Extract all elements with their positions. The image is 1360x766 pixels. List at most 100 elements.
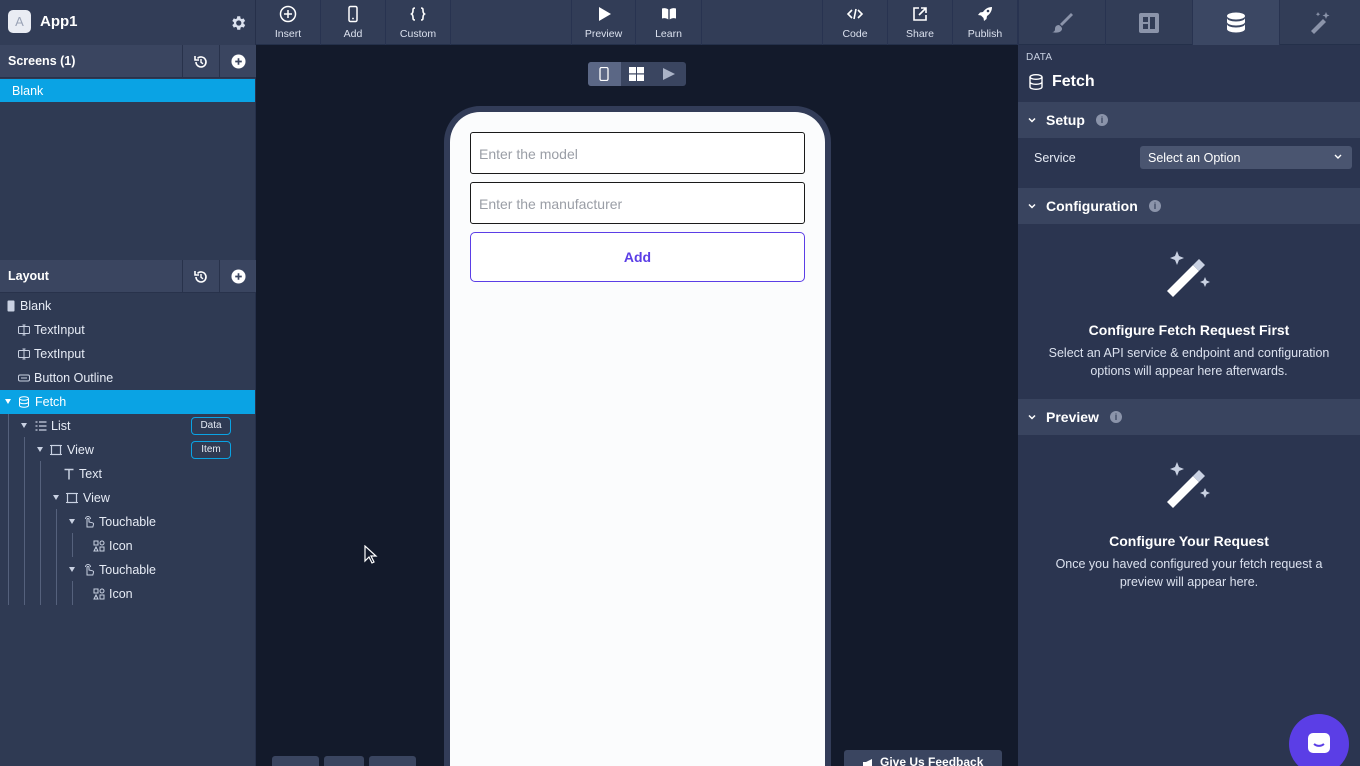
configuration-title: Configuration (1046, 198, 1138, 214)
text-icon (64, 468, 74, 480)
phone-icon (7, 300, 15, 312)
play-view-button[interactable] (653, 62, 686, 86)
layout-node-view[interactable]: View Item (0, 438, 255, 462)
caret-down-icon[interactable] (53, 495, 59, 500)
layout-history-button[interactable] (182, 260, 219, 293)
info-icon[interactable]: i (1096, 114, 1108, 126)
layout-node-blank[interactable]: Blank (0, 294, 255, 318)
configuration-body: Select an API service & endpoint and con… (1048, 346, 1330, 378)
tab-layout[interactable] (1105, 0, 1192, 45)
keyboard-button[interactable] (272, 756, 319, 766)
configuration-section-header[interactable]: Configuration i (1018, 188, 1360, 224)
textinput-icon (18, 348, 30, 360)
grid-view-button[interactable] (621, 62, 654, 86)
share-button[interactable]: Share (888, 0, 953, 45)
preview-label: Preview (584, 28, 623, 40)
layout-node-label: List (51, 419, 71, 433)
add-label: Add (343, 28, 363, 40)
play-icon (598, 7, 611, 21)
publish-button[interactable]: Publish (953, 0, 1018, 45)
caret-down-icon[interactable] (69, 519, 75, 524)
layout-node-icon[interactable]: Icon (0, 582, 255, 606)
left-sidebar: Screens (1) Blank Layout Blank TextInput… (0, 45, 256, 766)
list-icon (35, 421, 47, 431)
pointer-hand-icon (85, 564, 95, 576)
layout-node-touchable[interactable]: Touchable (0, 558, 255, 582)
custom-button[interactable]: Custom (386, 0, 451, 45)
app-header: A App1 (0, 0, 256, 45)
layout-node-touchable[interactable]: Touchable (0, 510, 255, 534)
layout-node-textinput[interactable]: TextInput (0, 318, 255, 342)
device-view-toggle (588, 62, 686, 86)
caret-down-icon[interactable] (69, 567, 75, 572)
setup-section-header[interactable]: Setup i (1018, 102, 1360, 138)
layout-node-label: Blank (20, 299, 52, 313)
refresh-button[interactable] (369, 756, 416, 766)
preview-heading: Configure Your Request (1109, 533, 1269, 549)
service-select[interactable]: Select an Option (1140, 146, 1352, 169)
book-icon (661, 8, 676, 20)
add-button[interactable]: Add (321, 0, 386, 45)
screens-history-button[interactable] (182, 45, 219, 78)
info-icon[interactable]: i (1149, 200, 1161, 212)
megaphone-icon (863, 759, 872, 766)
info-icon[interactable]: i (1110, 411, 1122, 423)
model-input[interactable]: Enter the model (470, 132, 805, 174)
device-button[interactable] (324, 756, 364, 766)
app-logo-icon[interactable]: A (8, 10, 31, 33)
icon-component-icon (93, 540, 105, 552)
icon-component-icon (93, 588, 105, 600)
screens-add-button[interactable] (219, 45, 256, 78)
layout-node-fetch[interactable]: Fetch (0, 390, 255, 414)
tab-data[interactable] (1192, 0, 1279, 45)
caret-down-icon[interactable] (5, 399, 11, 404)
service-label: Service (1034, 151, 1076, 165)
screen-item-blank[interactable]: Blank (0, 79, 255, 102)
phone-view-button[interactable] (588, 62, 621, 86)
tab-magic[interactable] (1279, 0, 1360, 45)
insert-button[interactable]: Insert (256, 0, 321, 45)
layout-node-textinput[interactable]: TextInput (0, 342, 255, 366)
database-icon (1227, 12, 1245, 32)
code-button[interactable]: Code (822, 0, 888, 45)
manufacturer-input-placeholder: Enter the manufacturer (479, 196, 623, 212)
rocket-icon (978, 7, 992, 21)
preview-button[interactable]: Preview (571, 0, 636, 45)
external-link-icon (913, 7, 927, 21)
preview-empty-state: Configure Your Request Once you haved co… (1018, 458, 1360, 591)
layout-node-button-outline[interactable]: Button Outline (0, 366, 255, 390)
panel-breadcrumb: DATA (1026, 52, 1053, 63)
grid-icon (629, 67, 645, 81)
model-input-placeholder: Enter the model (479, 146, 578, 162)
textinput-icon (18, 324, 30, 336)
learn-button[interactable]: Learn (636, 0, 702, 45)
data-badge[interactable]: Data (191, 417, 231, 435)
magic-wand-icon (1167, 251, 1210, 297)
gear-icon[interactable] (229, 14, 247, 32)
code-label: Code (842, 28, 868, 40)
layout-node-label: Text (79, 467, 102, 481)
layout-node-icon[interactable]: Icon (0, 534, 255, 558)
layout-node-list[interactable]: List Data (0, 414, 255, 438)
magic-wand-icon (1167, 462, 1210, 508)
layout-node-view[interactable]: View (0, 486, 255, 510)
chat-launcher-button[interactable] (1289, 714, 1349, 766)
database-icon (1029, 74, 1043, 90)
caret-down-icon[interactable] (21, 423, 27, 428)
layout-node-label: View (83, 491, 110, 505)
item-badge[interactable]: Item (191, 441, 231, 459)
manufacturer-input[interactable]: Enter the manufacturer (470, 182, 805, 224)
add-outline-button[interactable]: Add (470, 232, 805, 282)
layout-node-text[interactable]: Text (0, 462, 255, 486)
plus-circle-icon (230, 269, 246, 284)
screens-header: Screens (1) (0, 45, 256, 78)
layout-add-button[interactable] (219, 260, 256, 293)
tab-style[interactable] (1018, 0, 1105, 45)
caret-down-icon[interactable] (37, 447, 43, 452)
phone-frame: Enter the model Enter the manufacturer A… (444, 106, 831, 766)
brush-icon (1052, 12, 1073, 33)
preview-body: Once you haved configured your fetch req… (1055, 557, 1323, 589)
share-label: Share (905, 28, 935, 40)
canvas-area: Enter the model Enter the manufacturer A… (256, 45, 1018, 766)
preview-section-header[interactable]: Preview i (1018, 399, 1360, 435)
